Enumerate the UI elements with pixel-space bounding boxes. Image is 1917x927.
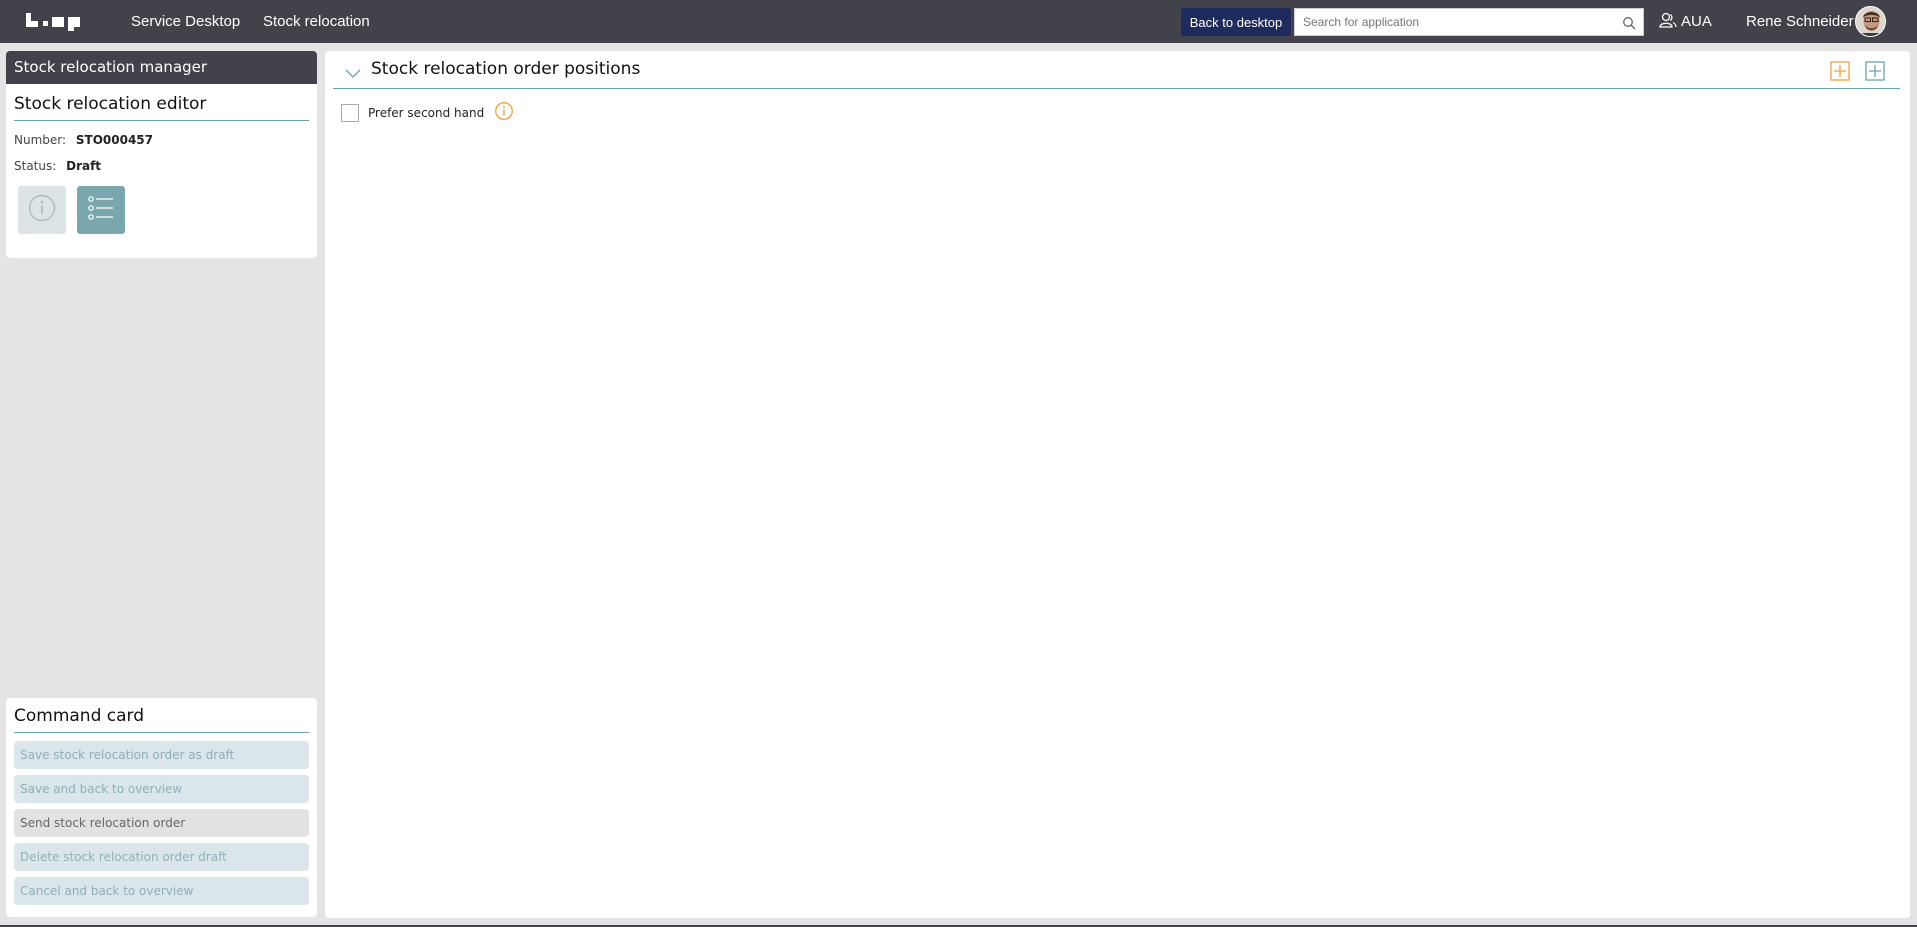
editor-title: Stock relocation editor bbox=[14, 94, 309, 121]
info-icon[interactable] bbox=[494, 101, 514, 125]
back-to-desktop-button[interactable]: Back to desktop bbox=[1181, 8, 1291, 36]
info-icon bbox=[27, 193, 57, 227]
organization-selector[interactable]: AUA bbox=[1659, 0, 1712, 43]
number-row: Number: STO000457 bbox=[14, 127, 317, 153]
panel-header: Stock relocation manager bbox=[6, 51, 317, 84]
top-bar: Service Desktop Stock relocation Back to… bbox=[0, 0, 1917, 43]
search-icon[interactable] bbox=[1622, 15, 1636, 34]
save-draft-button[interactable]: Save stock relocation order as draft bbox=[14, 741, 309, 769]
chevron-down-icon[interactable] bbox=[345, 64, 361, 83]
status-label: Status: bbox=[14, 159, 57, 173]
number-value: STO000457 bbox=[75, 133, 154, 147]
info-tile[interactable] bbox=[18, 186, 66, 234]
status-value: Draft bbox=[66, 159, 102, 173]
stock-relocation-manager-panel: Stock relocation manager Stock relocatio… bbox=[6, 51, 317, 258]
delete-draft-button[interactable]: Delete stock relocation order draft bbox=[14, 843, 309, 871]
users-icon bbox=[1659, 12, 1677, 32]
command-card-title: Command card bbox=[14, 706, 309, 733]
status-row: Status: Draft bbox=[14, 153, 317, 179]
user-avatar[interactable] bbox=[1855, 6, 1886, 37]
prefer-second-hand-row: Prefer second hand bbox=[341, 101, 514, 125]
save-back-to-overview-button[interactable]: Save and back to overview bbox=[14, 775, 309, 803]
user-name[interactable]: Rene Schneider bbox=[1746, 0, 1854, 43]
list-icon bbox=[86, 193, 116, 227]
command-card: Command card Save stock relocation order… bbox=[6, 698, 317, 917]
add-icon[interactable] bbox=[1865, 61, 1885, 85]
section-header: Stock relocation order positions bbox=[333, 51, 1900, 89]
prefer-second-hand-checkbox[interactable] bbox=[341, 104, 359, 122]
prefer-second-hand-label: Prefer second hand bbox=[368, 106, 485, 120]
application-search bbox=[1294, 8, 1644, 36]
add-position-icon[interactable] bbox=[1830, 61, 1850, 85]
view-tiles bbox=[18, 186, 125, 234]
cancel-back-to-overview-button[interactable]: Cancel and back to overview bbox=[14, 877, 309, 905]
company-logo[interactable] bbox=[26, 13, 82, 31]
order-positions-panel: Stock relocation order positions Prefer … bbox=[325, 51, 1910, 918]
positions-list-tile[interactable] bbox=[77, 186, 125, 234]
nav-stock-relocation[interactable]: Stock relocation bbox=[263, 0, 370, 43]
nav-service-desktop[interactable]: Service Desktop bbox=[131, 0, 240, 43]
send-order-button[interactable]: Send stock relocation order bbox=[14, 809, 309, 837]
section-title: Stock relocation order positions bbox=[371, 59, 641, 79]
search-input[interactable] bbox=[1295, 9, 1615, 35]
number-label: Number: bbox=[14, 133, 67, 147]
organization-label: AUA bbox=[1681, 13, 1712, 30]
